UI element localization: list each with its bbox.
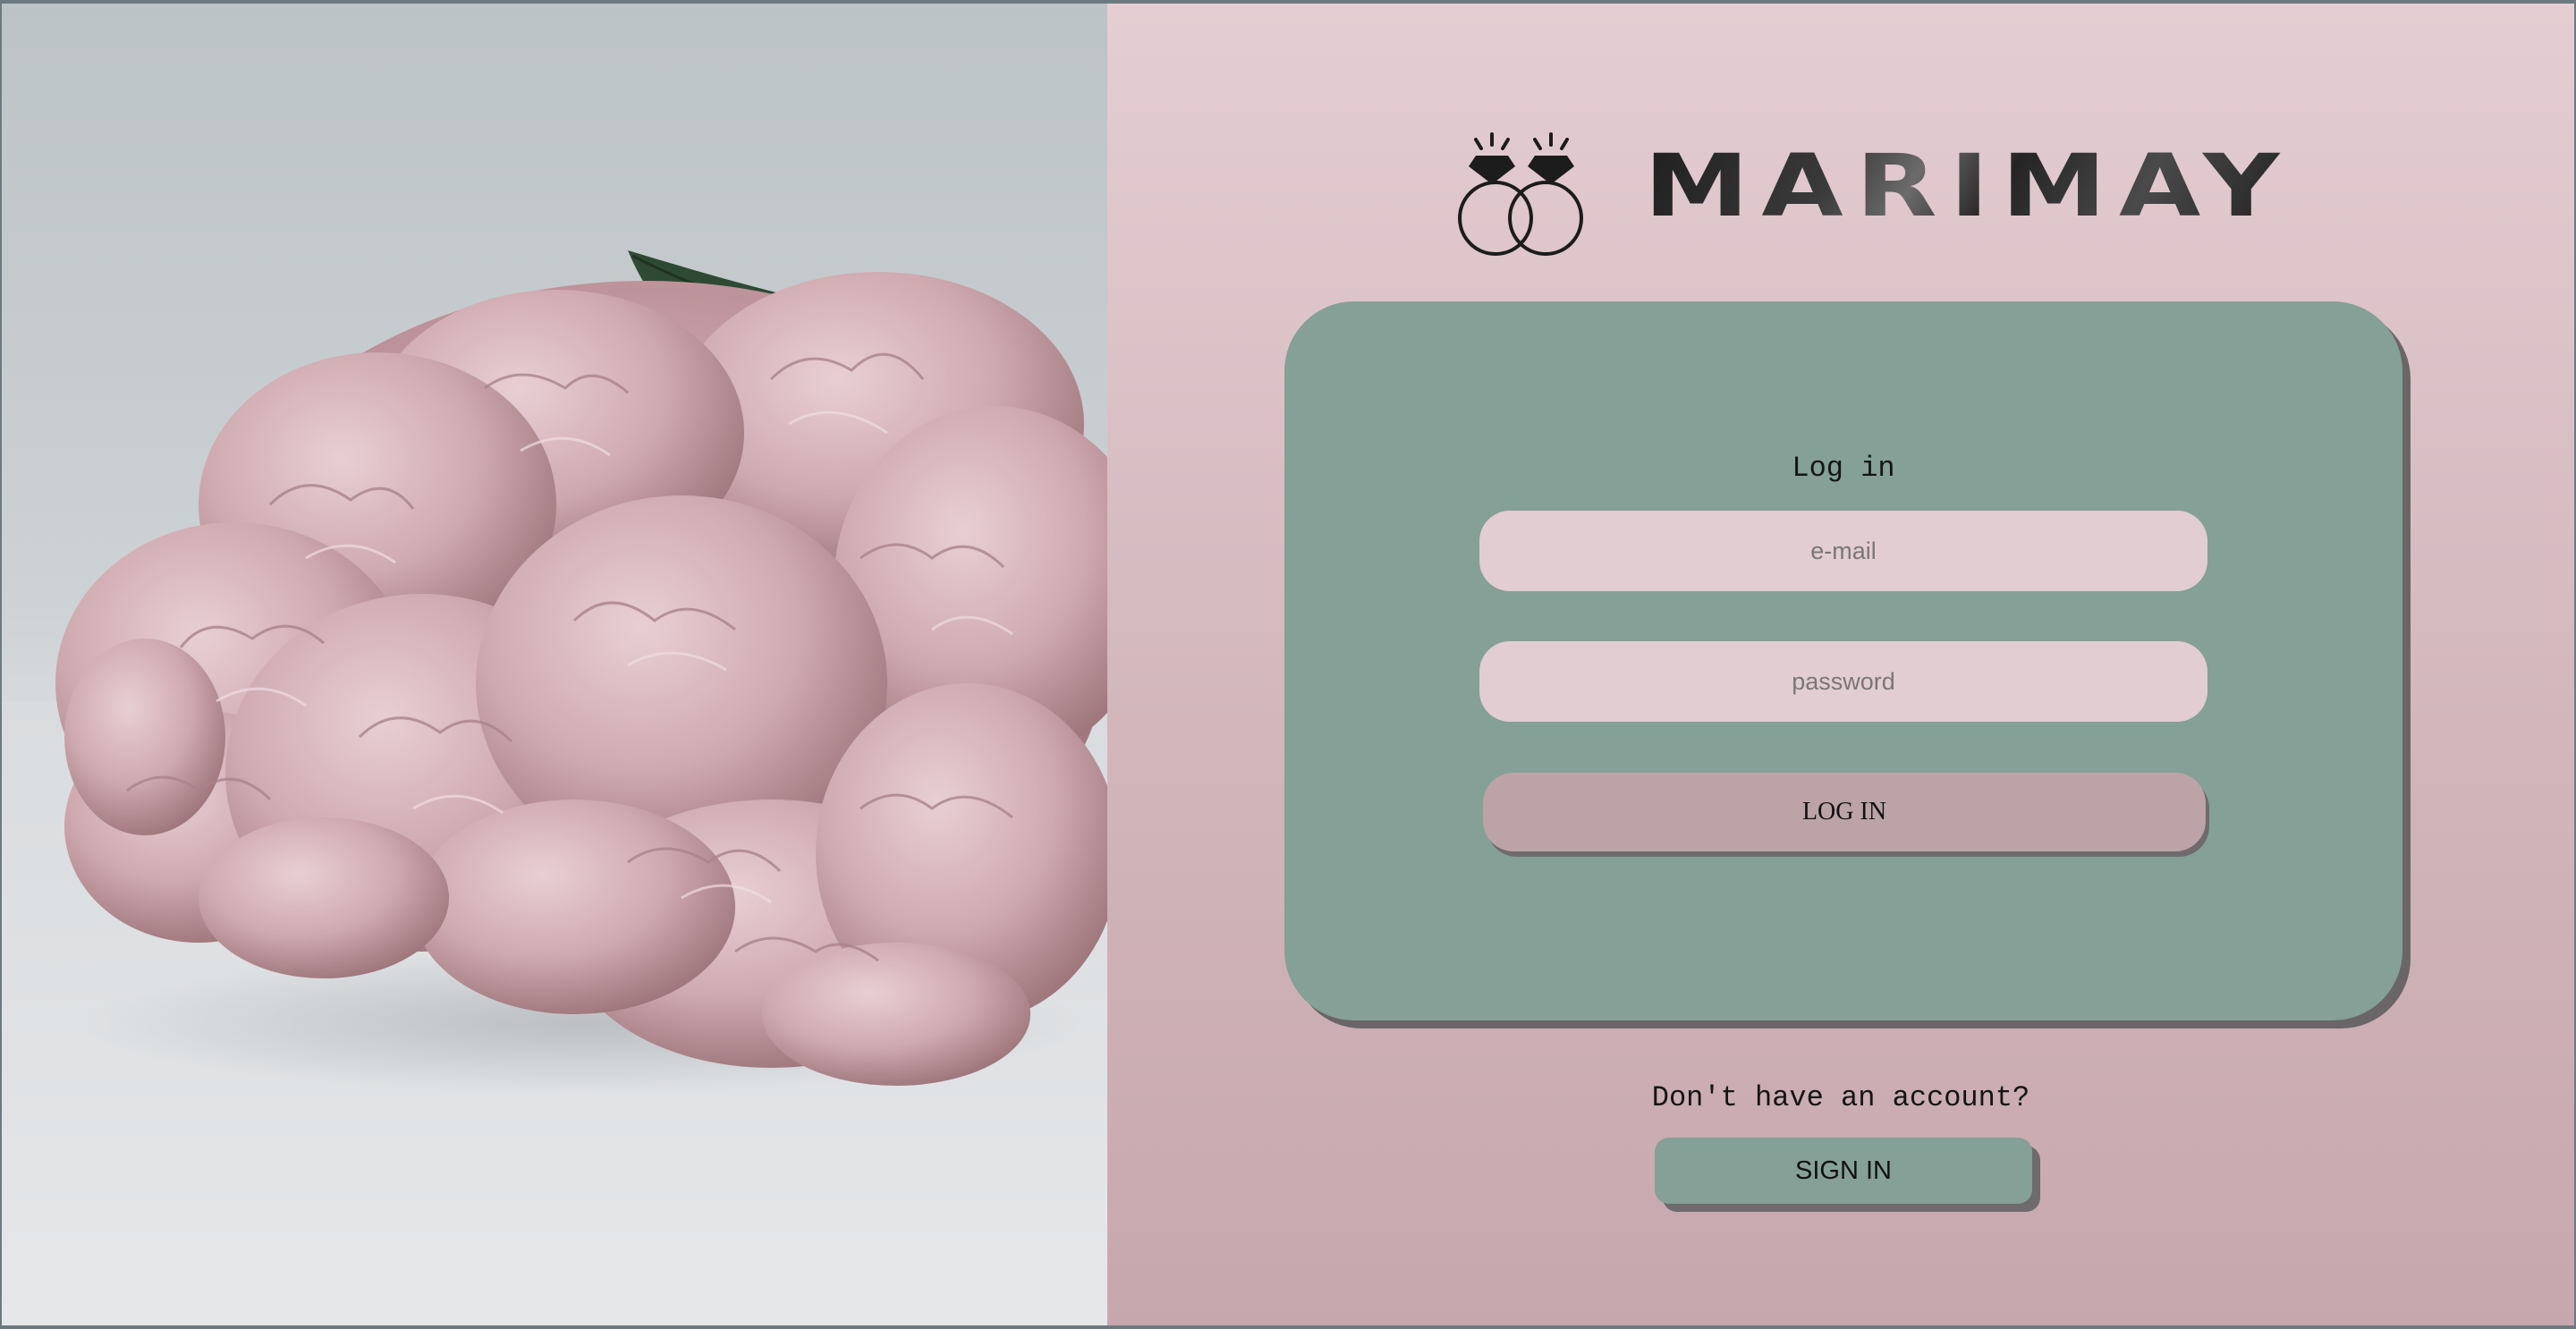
login-title: Log in [1792, 452, 1895, 485]
password-input[interactable] [1479, 641, 2207, 722]
login-panel: MARIMAY Log in LOG IN Don't have an acco… [1107, 4, 2574, 1325]
login-page: MARIMAY Log in LOG IN Don't have an acco… [2, 4, 2574, 1325]
login-card: Log in LOG IN [1284, 301, 2402, 1020]
hydrangea-flowers-photo [55, 250, 1107, 1095]
brand-name: MARIMAY [1644, 131, 2292, 241]
login-button[interactable]: LOG IN [1483, 773, 2206, 851]
hero-photo [2, 4, 1107, 1325]
email-input[interactable] [1479, 511, 2207, 591]
wedding-rings-icon [1458, 132, 1583, 256]
sign-in-button[interactable]: SIGN IN [1655, 1138, 2032, 1204]
no-account-prompt: Don't have an account? [1651, 1081, 2030, 1114]
brand-logo: MARIMAY [1456, 129, 2279, 263]
